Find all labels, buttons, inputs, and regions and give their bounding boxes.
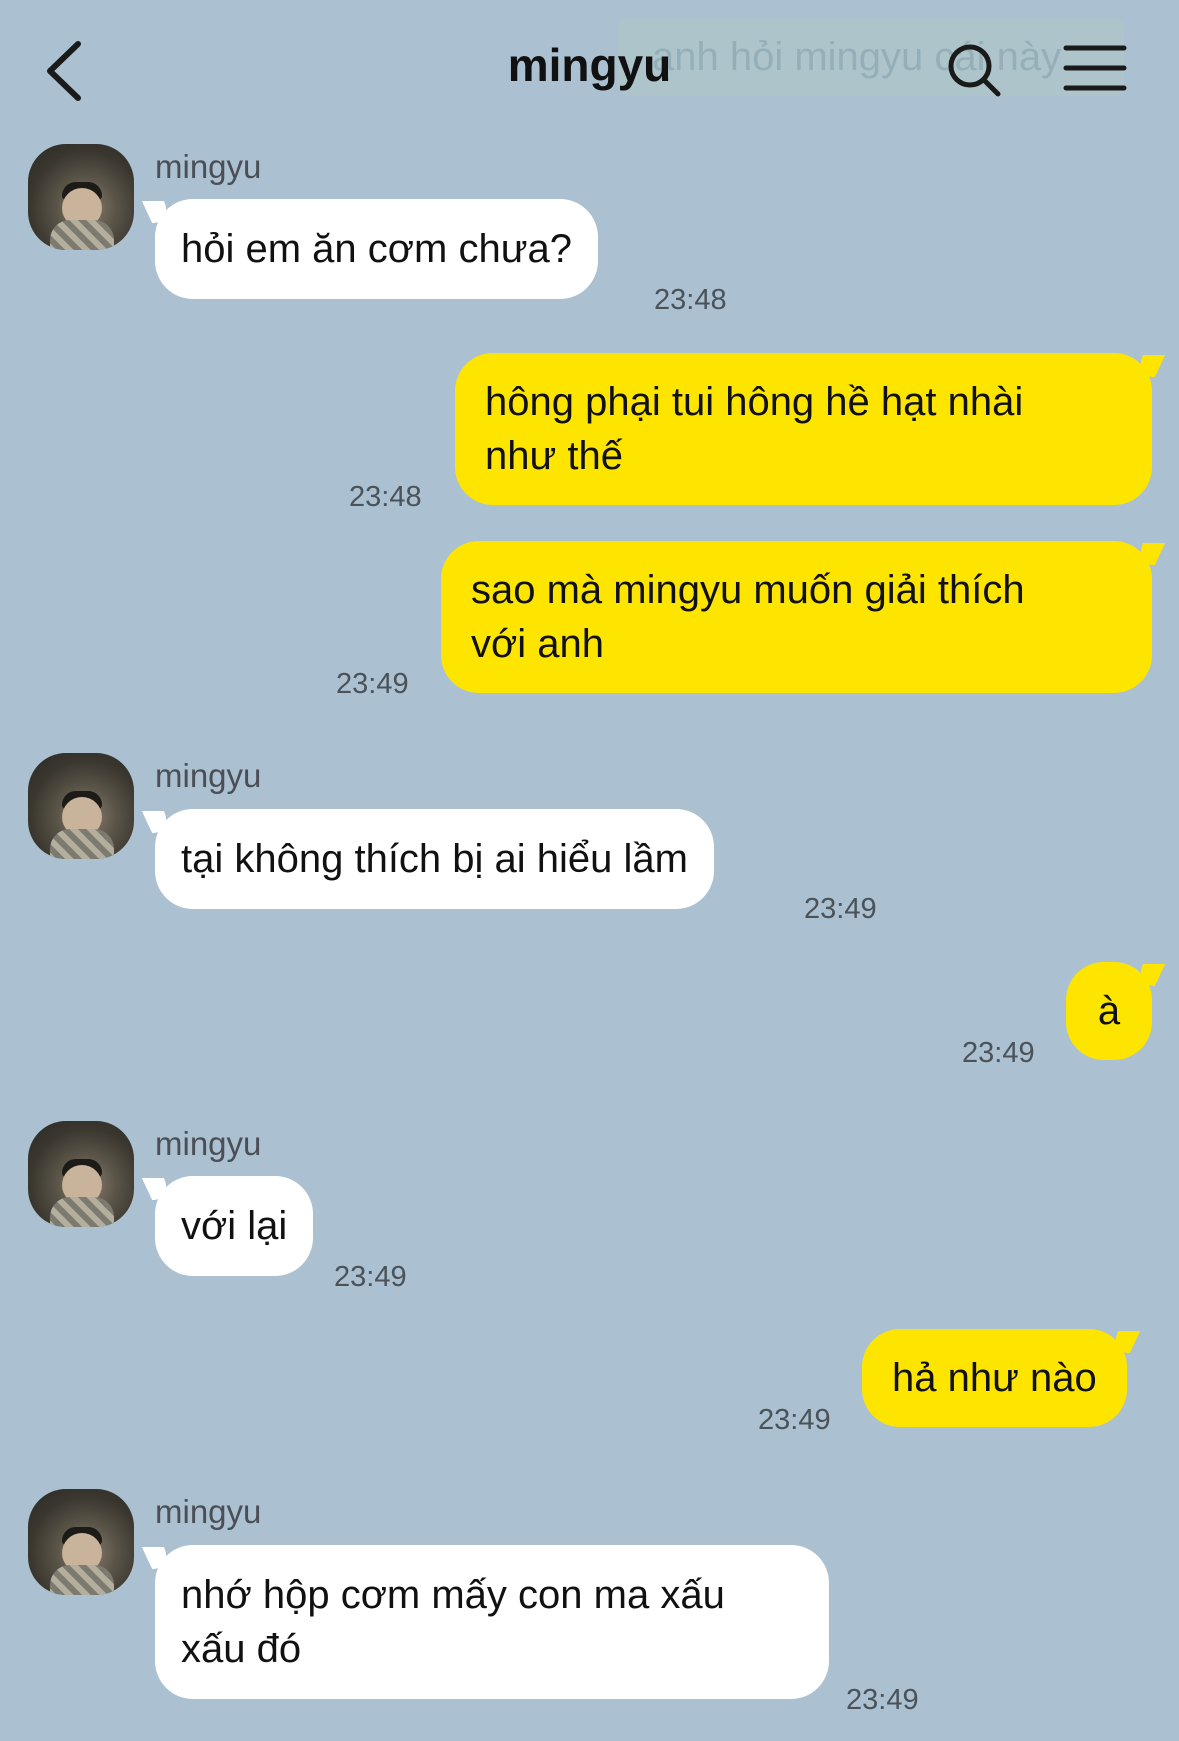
avatar[interactable] [28,1121,134,1227]
message-bubble-incoming[interactable]: với lại [155,1176,314,1276]
message-time: 23:49 [334,1261,407,1293]
sender-name: mingyu [155,1125,262,1162]
message-text: tại không thích bị ai hiểu lầm [181,837,688,881]
message-text: với lại [181,1204,288,1248]
search-icon [948,44,1001,97]
message-time: 23:49 [962,1037,1035,1069]
message-bubble-incoming[interactable]: tại không thích bị ai hiểu lầm [155,809,714,909]
message-text: hả như nào [892,1356,1097,1400]
message-time: 23:48 [349,481,422,513]
avatar[interactable] [28,753,134,859]
sender-name: mingyu [155,148,262,185]
message-text: hỏi em ăn cơm chưa? [181,227,572,271]
message-text-line: với anh [471,622,604,666]
sender-name: mingyu [155,1493,262,1530]
message-time: 23:49 [336,668,409,700]
message-text-line: hông phại tui hông hề hạt nhài [485,380,1024,424]
menu-button[interactable] [1060,40,1130,100]
message-text: à [1097,989,1121,1033]
chat-header: anh hỏi mingyu cái này mingyu [0,0,1179,130]
search-button[interactable] [940,36,1010,106]
avatar[interactable] [28,1489,134,1595]
message-bubble-outgoing[interactable]: hông phại tui hông hề hạt nhài như thế [455,353,1152,505]
message-text-line: xấu đó [181,1627,302,1671]
message-bubble-outgoing[interactable]: sao mà mingyu muốn giải thích với anh [441,541,1152,693]
message-bubble-incoming[interactable]: nhớ hộp cơm mấy con ma xấu xấu đó [155,1545,829,1699]
hamburger-menu-icon [1063,45,1127,91]
sender-name: mingyu [155,757,262,794]
message-time: 23:48 [654,284,727,316]
message-time: 23:49 [758,1404,831,1436]
message-bubble-outgoing[interactable]: hả như nào [862,1329,1127,1427]
message-text-line: nhớ hộp cơm mấy con ma xấu [181,1573,725,1617]
message-bubble-incoming[interactable]: hỏi em ăn cơm chưa? [155,199,598,299]
message-time: 23:49 [846,1684,919,1716]
message-text-line: như thế [485,434,623,478]
message-time: 23:49 [804,893,877,925]
message-text-line: sao mà mingyu muốn giải thích [471,568,1025,612]
avatar[interactable] [28,144,134,250]
message-bubble-outgoing[interactable]: à [1066,962,1152,1060]
